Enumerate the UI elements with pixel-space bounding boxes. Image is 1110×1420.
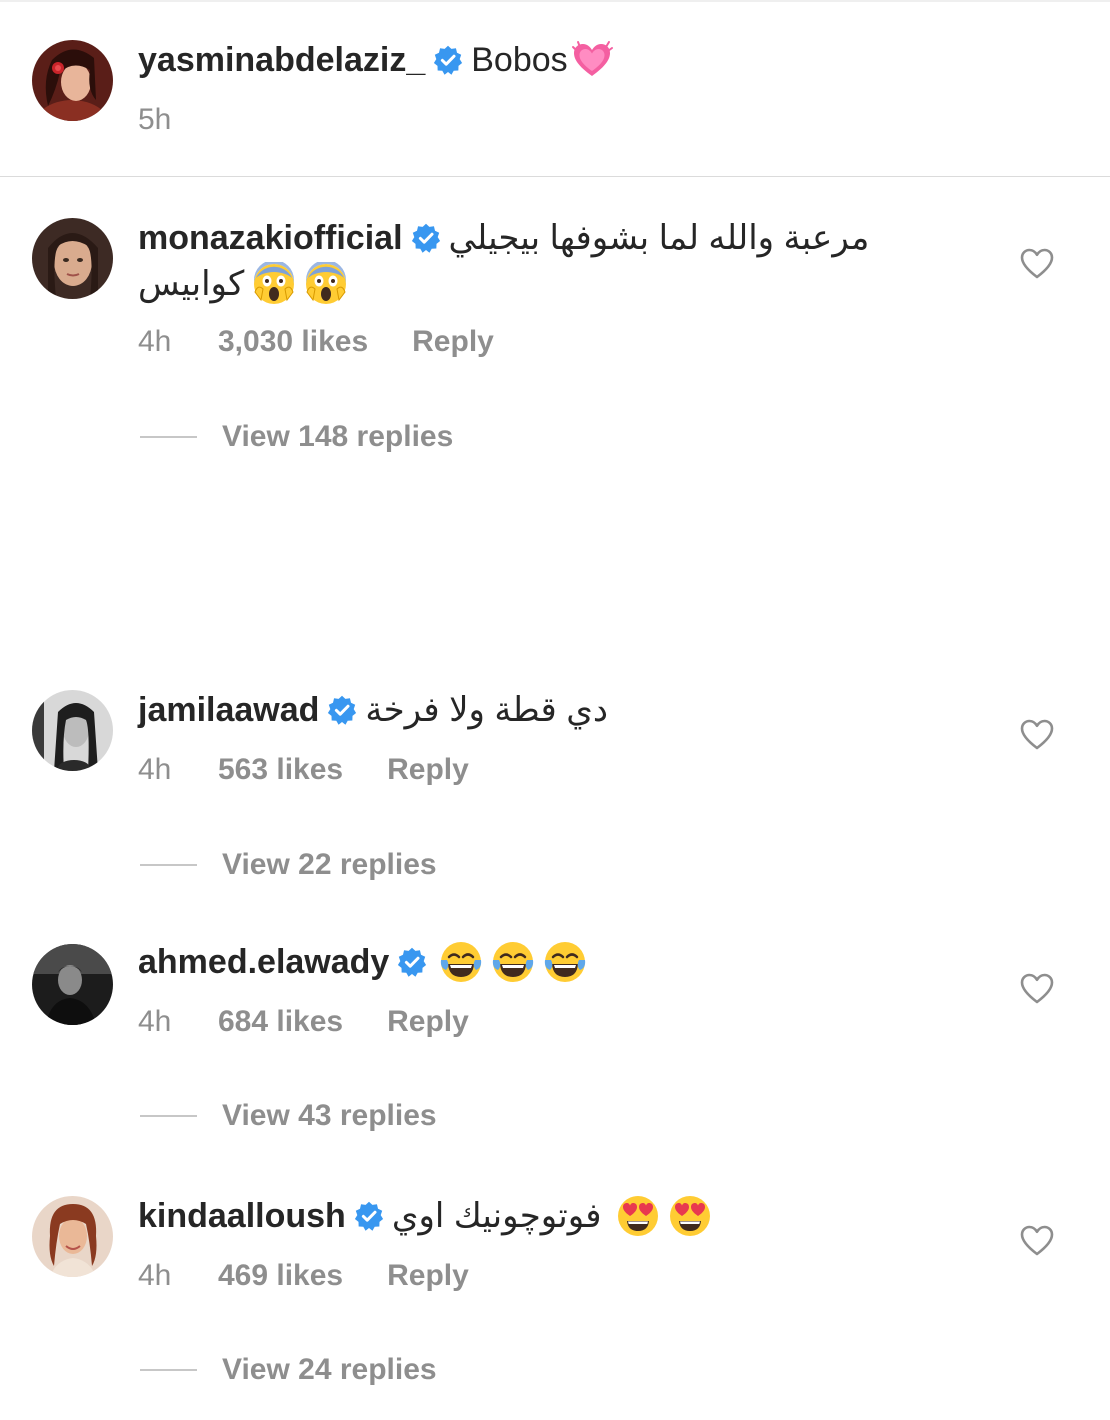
tears-of-joy-emoji-icon: [491, 940, 535, 984]
comment-text: دي قطة ولا فرخة: [365, 691, 608, 729]
verified-badge-icon: [411, 223, 441, 253]
view-replies-button[interactable]: View 43 replies: [140, 1096, 437, 1136]
reply-button[interactable]: Reply: [387, 1002, 469, 1042]
avatar[interactable]: [32, 1196, 113, 1277]
view-replies-label: View 43 replies: [222, 1099, 437, 1132]
heart-eyes-emoji-icon: [668, 1194, 712, 1238]
heart-eyes-emoji-icon: [616, 1194, 660, 1238]
comment-time: 4h: [138, 753, 172, 786]
comment-text: فوتوچونيك اوي: [391, 1197, 602, 1235]
comment-time: 4h: [138, 1005, 172, 1038]
avatar-photo: [32, 40, 113, 121]
view-replies-button[interactable]: View 148 replies: [140, 417, 453, 457]
reply-button[interactable]: Reply: [387, 750, 469, 790]
divider: [0, 176, 1110, 177]
verified-badge-icon: [327, 695, 357, 725]
likes-count[interactable]: 684 likes: [218, 1002, 343, 1042]
replies-dash: [140, 1369, 197, 1371]
scream-emoji-icon: [252, 262, 296, 306]
like-heart-icon[interactable]: [1020, 973, 1054, 1005]
avatar-photo: [32, 944, 113, 1025]
view-replies-label: View 22 replies: [222, 848, 437, 881]
reply-button[interactable]: Reply: [412, 322, 494, 362]
comment-time: 4h: [138, 1259, 172, 1292]
view-replies-button[interactable]: View 22 replies: [140, 845, 437, 885]
username[interactable]: ahmed.elawady: [138, 940, 389, 984]
comment-line-2: كوابيس: [138, 262, 348, 306]
verified-badge-icon: [433, 45, 463, 75]
username[interactable]: kindaalloush: [138, 1194, 346, 1238]
view-replies-button[interactable]: View 24 replies: [140, 1350, 437, 1390]
comment-time: 4h: [138, 325, 172, 358]
comment-meta: 4h 563 likes Reply: [138, 750, 469, 790]
comment-line: jamilaawad دي قطة ولا فرخة: [138, 688, 608, 732]
username[interactable]: monazakiofficial: [138, 216, 403, 260]
avatar-photo: [32, 1196, 113, 1277]
likes-count[interactable]: 563 likes: [218, 750, 343, 790]
comment-line: kindaalloush فوتوچونيك اوي: [138, 1194, 712, 1238]
username[interactable]: jamilaawad: [138, 688, 319, 732]
scream-emoji-icon: [304, 262, 348, 306]
avatar[interactable]: [32, 218, 113, 299]
caption-line: yasminabdelaziz_ Bobos: [138, 38, 614, 82]
top-strip: [0, 0, 1110, 2]
replies-dash: [140, 1115, 197, 1117]
comment-line: ahmed.elawady: [138, 940, 587, 984]
like-heart-icon[interactable]: [1020, 248, 1054, 280]
caption-time: 5h: [138, 103, 172, 136]
like-heart-icon[interactable]: [1020, 719, 1054, 751]
likes-count[interactable]: 469 likes: [218, 1256, 343, 1296]
comment-meta: 4h 3,030 likes Reply: [138, 322, 494, 362]
replies-dash: [140, 436, 197, 438]
avatar-photo: [32, 690, 113, 771]
view-replies-label: View 148 replies: [222, 420, 454, 453]
reply-button[interactable]: Reply: [387, 1256, 469, 1296]
avatar[interactable]: [32, 40, 113, 121]
comment-text: كوابيس: [138, 265, 245, 303]
avatar-photo: [32, 218, 113, 299]
verified-badge-icon: [354, 1201, 384, 1231]
tears-of-joy-emoji-icon: [439, 940, 483, 984]
comment-meta: 4h 469 likes Reply: [138, 1256, 469, 1296]
replies-dash: [140, 864, 197, 866]
comment-line: monazakiofficial مرعبة والله لما بشوفها …: [138, 216, 869, 260]
comment-meta: 4h 684 likes Reply: [138, 1002, 469, 1042]
avatar[interactable]: [32, 944, 113, 1025]
view-replies-label: View 24 replies: [222, 1353, 437, 1386]
avatar[interactable]: [32, 690, 113, 771]
like-heart-icon[interactable]: [1020, 1225, 1054, 1257]
likes-count[interactable]: 3,030 likes: [218, 322, 368, 362]
username[interactable]: yasminabdelaziz_: [138, 38, 425, 82]
verified-badge-icon: [397, 947, 427, 977]
heart-emoji-icon: [570, 38, 614, 82]
caption-text: Bobos: [471, 41, 568, 79]
comment-text: مرعبة والله لما بشوفها بيجيلي: [448, 219, 870, 257]
tears-of-joy-emoji-icon: [543, 940, 587, 984]
